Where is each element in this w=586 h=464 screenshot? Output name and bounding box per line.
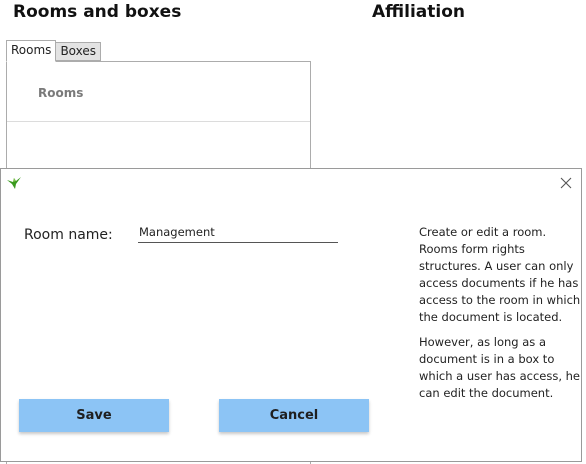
main-page: Rooms and boxes Affiliation Rooms Boxes … — [0, 0, 586, 464]
tab-rooms[interactable]: Rooms — [6, 40, 57, 62]
help-paragraph: However, as long as a document is in a b… — [419, 335, 581, 400]
room-name-label: Room name: — [24, 227, 113, 243]
panel-divider — [7, 121, 310, 122]
edit-room-dialog: Room name: Create or edit a room. Rooms … — [0, 168, 582, 462]
tab-bar: Rooms Boxes — [6, 40, 102, 62]
cancel-button[interactable]: Cancel — [219, 399, 369, 432]
help-paragraph: Create or edit a room. Rooms form rights… — [419, 225, 581, 324]
close-icon[interactable] — [559, 175, 573, 189]
room-name-input[interactable] — [138, 223, 338, 243]
help-text: Create or edit a room. Rooms form rights… — [419, 224, 583, 410]
affiliation-heading: Affiliation — [372, 2, 465, 22]
bird-logo-icon — [6, 175, 23, 191]
tab-boxes[interactable]: Boxes — [56, 42, 102, 61]
rooms-column-header: Rooms — [38, 86, 84, 100]
rooms-and-boxes-heading: Rooms and boxes — [13, 2, 182, 22]
save-button[interactable]: Save — [19, 399, 169, 432]
